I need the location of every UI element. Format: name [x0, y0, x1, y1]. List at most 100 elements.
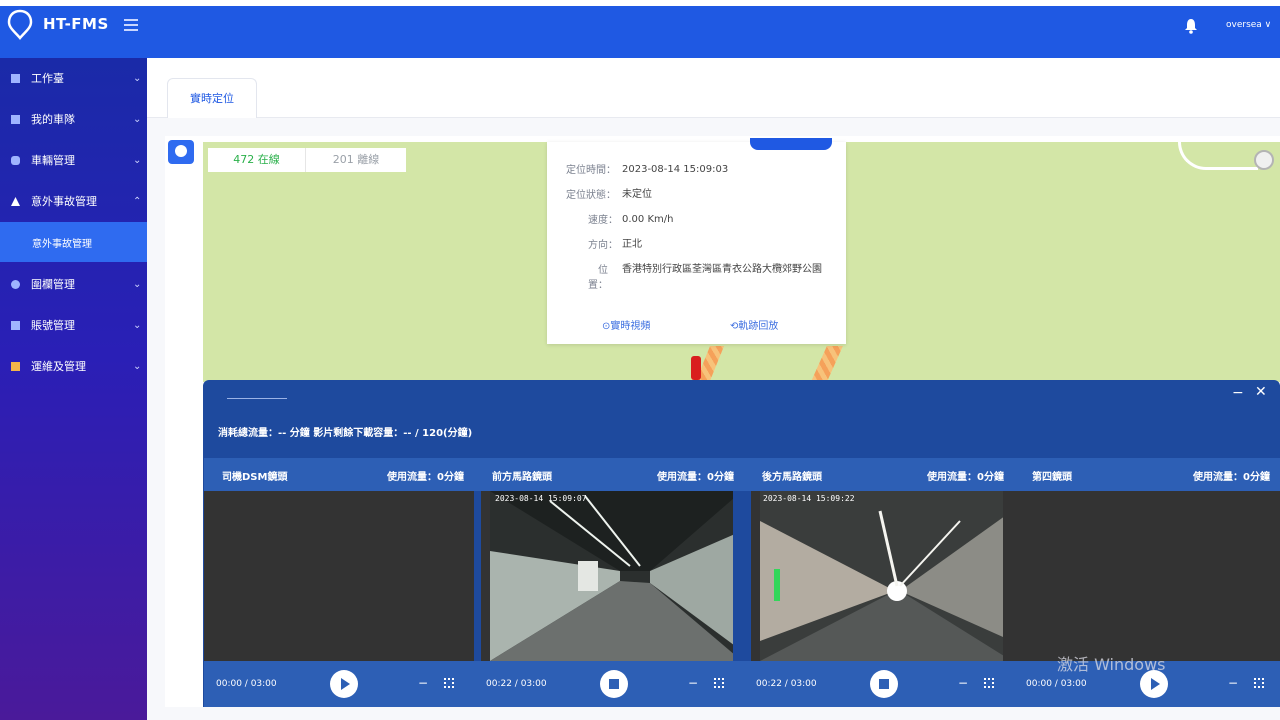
chevron-up-icon: ⌃: [133, 195, 142, 207]
location-pin-icon: [7, 9, 33, 40]
sidebar-item-label: 車輛管理: [31, 154, 75, 167]
popup-label: 方向：: [588, 240, 618, 251]
menu-toggle-icon[interactable]: [124, 19, 138, 31]
video-time: 00:00 / 03:00: [216, 679, 277, 689]
video-time: 00:22 / 03:00: [486, 679, 547, 689]
sidebar-item-fences[interactable]: 圍欄管理 ⌄: [0, 264, 147, 304]
popup-value: 正北: [622, 239, 642, 250]
track-playback-link[interactable]: ⟲軌跡回放: [730, 317, 778, 332]
top-bar: [0, 6, 1280, 58]
user-icon: [11, 320, 20, 330]
sidebar-item-operations[interactable]: 運維及管理 ⌄: [0, 346, 147, 386]
camera-usage: 使用流量：0分鐘: [387, 472, 464, 483]
chevron-down-icon: ⌄: [133, 113, 142, 125]
video-pane-rear[interactable]: 2023-08-14 15:09:22: [751, 491, 1003, 661]
user-menu[interactable]: oversea ∨: [1226, 20, 1271, 30]
camera-name: 司機DSM鏡頭: [222, 472, 288, 483]
chevron-down-icon: ⌄: [133, 319, 142, 331]
dashboard-icon: [11, 73, 20, 83]
tab-realtime-location[interactable]: 實時定位: [167, 78, 257, 118]
bell-icon[interactable]: [1184, 18, 1198, 34]
video-time: 00:22 / 03:00: [756, 679, 817, 689]
camera-header-front: 前方馬路鏡頭 使用流量：0分鐘: [474, 458, 744, 491]
minus-icon[interactable]: −: [688, 676, 698, 690]
chevron-down-icon: ⌄: [133, 72, 142, 84]
video-timestamp: 2023-08-14 15:09:22: [763, 494, 855, 503]
popup-value: 2023-08-14 15:09:03: [622, 164, 729, 175]
brand: HT-FMS: [6, 8, 109, 40]
offline-count[interactable]: 201 離線: [306, 148, 406, 172]
camera-usage: 使用流量：0分鐘: [927, 472, 1004, 483]
sidebar-item-vehicles[interactable]: 車輛管理 ⌄: [0, 140, 147, 180]
fullscreen-icon[interactable]: [714, 678, 724, 688]
camera-usage: 使用流量：0分鐘: [1193, 472, 1270, 483]
sidebar-item-label: 圍欄管理: [31, 278, 75, 291]
tunnel-video-frame: [490, 491, 733, 661]
camera-header-dsm: 司機DSM鏡頭 使用流量：0分鐘: [204, 458, 474, 491]
video-panel-title: [227, 395, 287, 399]
arrow-icon: [175, 145, 187, 157]
camera-name: 第四鏡頭: [1032, 472, 1072, 483]
popup-value: 未定位: [622, 189, 652, 200]
vehicle-counts: 472 在線 201 離線: [208, 148, 406, 172]
chevron-down-icon: ⌄: [133, 360, 142, 372]
video-pane-dsm[interactable]: [204, 491, 474, 661]
vehicle-marker[interactable]: [691, 356, 701, 380]
video-controls-front: 00:22 / 03:00 −: [474, 661, 744, 707]
sidebar-item-label: 我的車隊: [31, 113, 75, 126]
popup-value: 香港特別行政區荃灣區青衣公路大欖郊野公園: [622, 264, 822, 275]
minus-icon[interactable]: −: [1228, 676, 1238, 690]
windows-activation-watermark: 激活 Windows: [1057, 655, 1166, 674]
fence-icon: [11, 279, 20, 289]
collapse-panel-button[interactable]: [168, 140, 194, 164]
minus-icon[interactable]: −: [958, 676, 968, 690]
sidebar-subitem-accident-management[interactable]: 意外事故管理: [0, 222, 147, 262]
live-video-link[interactable]: ⊙實時視頻: [602, 317, 650, 332]
camera-usage: 使用流量：0分鐘: [657, 472, 734, 483]
stop-button[interactable]: [870, 670, 898, 698]
camera-name: 前方馬路鏡頭: [492, 472, 552, 483]
fleet-icon: [11, 114, 20, 124]
fullscreen-icon[interactable]: [444, 678, 454, 688]
popup-value: 0.00 Km/h: [622, 214, 674, 225]
video-controls-rear: 00:22 / 03:00 −: [744, 661, 1014, 707]
stop-button[interactable]: [600, 670, 628, 698]
video-pane-front[interactable]: 2023-08-14 15:09:07: [481, 491, 733, 661]
tunnel-video-frame: [760, 491, 1003, 661]
chevron-down-icon: ⌄: [133, 278, 142, 290]
camera-header-fourth: 第四鏡頭 使用流量：0分鐘: [1014, 458, 1280, 491]
sidebar-item-label: 意外事故管理: [31, 195, 97, 208]
tab-bar: 實時定位: [147, 58, 1280, 118]
car-icon: [11, 155, 20, 165]
video-timestamp: 2023-08-14 15:09:07: [495, 494, 587, 503]
chevron-down-icon: ⌄: [133, 154, 142, 166]
warning-icon: [11, 196, 20, 206]
popup-label: 速度：: [588, 215, 618, 226]
online-count[interactable]: 472 在線: [208, 148, 306, 172]
popup-header-tab: [750, 138, 832, 150]
sidebar-item-accounts[interactable]: 賬號管理 ⌄: [0, 305, 147, 345]
minimize-button[interactable]: −: [1232, 385, 1244, 401]
popup-label: 位置：: [588, 265, 608, 291]
minus-icon[interactable]: −: [418, 676, 428, 690]
play-button[interactable]: [330, 670, 358, 698]
gear-icon[interactable]: [1254, 150, 1274, 170]
fullscreen-icon[interactable]: [984, 678, 994, 688]
popup-label: 定位時間：: [566, 165, 616, 176]
sidebar-item-fleet[interactable]: 我的車隊 ⌄: [0, 99, 147, 139]
fullscreen-icon[interactable]: [1254, 678, 1264, 688]
video-pane-fourth[interactable]: [1003, 491, 1280, 661]
sidebar-item-label: 賬號管理: [31, 319, 75, 332]
sidebar-item-accidents[interactable]: 意外事故管理 ⌃: [0, 181, 147, 221]
sidebar-item-label: 工作臺: [31, 72, 64, 85]
camera-name: 後方馬路鏡頭: [762, 472, 822, 483]
sidebar-item-label: 運維及管理: [31, 360, 86, 373]
video-usage-stats: 消耗總流量：-- 分鐘 影片剩餘下載容量：-- / 120(分鐘): [218, 428, 473, 439]
popup-label: 定位狀態：: [566, 190, 616, 201]
sidebar-item-dashboard[interactable]: 工作臺 ⌄: [0, 58, 147, 98]
brand-name: HT-FMS: [43, 15, 109, 33]
close-button[interactable]: ✕: [1255, 384, 1267, 400]
tools-icon: [11, 361, 20, 371]
video-time: 00:00 / 03:00: [1026, 679, 1087, 689]
video-controls-dsm: 00:00 / 03:00 −: [204, 661, 474, 707]
